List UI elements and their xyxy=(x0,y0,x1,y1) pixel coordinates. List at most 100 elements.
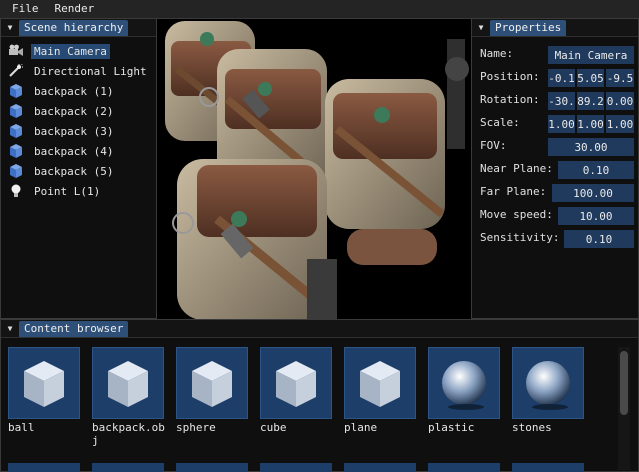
hierarchy-item-backpack-4[interactable]: backpack (4) xyxy=(5,141,156,161)
asset-thumbnail-partial[interactable] xyxy=(344,463,416,472)
scale-row: Scale: xyxy=(480,113,520,131)
asset-thumbnail-partial[interactable] xyxy=(512,463,584,472)
near-plane-field[interactable]: 0.10 xyxy=(558,161,634,179)
hierarchy-item-main-camera[interactable]: Main Camera xyxy=(5,41,156,61)
far-plane-row: Far Plane: xyxy=(480,182,546,200)
rotation-row: Rotation: xyxy=(480,90,540,108)
content-browser-header: ▼ Content browser xyxy=(1,320,638,338)
sphere-thumbnail-icon xyxy=(512,347,584,419)
position-z-field[interactable]: -9.5 xyxy=(606,69,634,87)
move-speed-field[interactable]: 10.00 xyxy=(558,207,634,225)
asset-thumbnail-partial[interactable] xyxy=(176,463,248,472)
camera-icon xyxy=(7,43,25,59)
asset-item[interactable]: ball xyxy=(8,347,82,434)
menu-bar: File Render xyxy=(0,0,639,18)
cube-icon xyxy=(7,83,25,99)
scene-hierarchy-header: ▼ Scene hierarchy xyxy=(1,19,156,37)
hierarchy-tree: Main Camera Directional Light backpack (… xyxy=(1,37,156,201)
properties-header: ▼ Properties xyxy=(472,19,638,37)
hierarchy-item-directional-light[interactable]: Directional Light xyxy=(5,61,156,81)
asset-item[interactable]: plastic xyxy=(428,347,502,434)
sensitivity-label: Sensitivity: xyxy=(480,230,560,244)
asset-item[interactable]: backpack.obj xyxy=(92,347,166,447)
asset-label: plane xyxy=(344,421,378,434)
cube-thumbnail-icon xyxy=(344,347,416,419)
asset-label: stones xyxy=(512,421,552,434)
sphere-thumbnail-icon xyxy=(428,347,500,419)
cube-icon xyxy=(7,163,25,179)
cube-icon xyxy=(7,123,25,139)
scale-z-field[interactable]: 1.00 xyxy=(606,115,634,133)
cube-thumbnail-icon xyxy=(8,347,80,419)
name-row: Name: xyxy=(480,44,513,62)
near-plane-label: Near Plane: xyxy=(480,161,553,175)
cube-icon xyxy=(7,103,25,119)
rotation-y-field[interactable]: 89.2 xyxy=(577,92,604,110)
fov-label: FOV: xyxy=(480,138,507,152)
collapse-triangle-icon[interactable]: ▼ xyxy=(4,323,16,335)
asset-thumbnail-partial[interactable] xyxy=(92,463,164,472)
scene-hierarchy-panel: ▼ Scene hierarchy Main Camera Directiona… xyxy=(0,18,157,319)
hierarchy-item-label: Directional Light xyxy=(34,64,147,78)
cube-thumbnail-icon xyxy=(92,347,164,419)
cube-icon xyxy=(7,143,25,159)
menu-render[interactable]: Render xyxy=(47,0,103,18)
hierarchy-item-backpack-1[interactable]: backpack (1) xyxy=(5,81,156,101)
cube-thumbnail-icon xyxy=(176,347,248,419)
scene-viewport[interactable] xyxy=(157,18,471,319)
directional-light-icon xyxy=(7,63,25,79)
asset-thumbnail-partial[interactable] xyxy=(428,463,500,472)
hierarchy-item-label: Main Camera xyxy=(31,43,110,59)
name-label: Name: xyxy=(480,46,514,60)
asset-item[interactable]: plane xyxy=(344,347,418,434)
scale-label: Scale: xyxy=(480,115,520,129)
asset-item[interactable]: cube xyxy=(260,347,334,434)
position-x-field[interactable]: -0.1 xyxy=(548,69,575,87)
hierarchy-item-label: backpack (1) xyxy=(34,84,114,98)
content-browser-panel: ▼ Content browser ball backpack.obj sphe… xyxy=(0,319,639,472)
move-speed-label: Move speed: xyxy=(480,207,553,221)
hierarchy-item-label: backpack (2) xyxy=(34,104,114,118)
sensitivity-row: Sensitivity: xyxy=(480,228,559,246)
collapse-triangle-icon[interactable]: ▼ xyxy=(475,22,487,34)
asset-item[interactable]: stones xyxy=(512,347,586,434)
rotation-label: Rotation: xyxy=(480,92,540,106)
position-row: Position: xyxy=(480,67,540,85)
viewport-render xyxy=(157,19,471,319)
hierarchy-item-label: Point L(1) xyxy=(34,184,101,198)
asset-thumbnail-partial[interactable] xyxy=(8,463,80,472)
collapse-triangle-icon[interactable]: ▼ xyxy=(4,22,16,34)
rotation-x-field[interactable]: -30. xyxy=(548,92,575,110)
near-plane-row: Near Plane: xyxy=(480,159,553,177)
asset-label: plastic xyxy=(428,421,475,434)
asset-label: cube xyxy=(260,421,287,434)
scale-x-field[interactable]: 1.00 xyxy=(548,115,575,133)
hierarchy-item-backpack-2[interactable]: backpack (2) xyxy=(5,101,156,121)
position-label: Position: xyxy=(480,69,540,83)
tab-scene-hierarchy[interactable]: Scene hierarchy xyxy=(19,19,129,36)
cube-thumbnail-icon xyxy=(260,347,332,419)
name-field[interactable]: Main Camera xyxy=(548,46,634,64)
tab-properties[interactable]: Properties xyxy=(490,19,567,36)
scale-y-field[interactable]: 1.00 xyxy=(577,115,604,133)
hierarchy-item-backpack-3[interactable]: backpack (3) xyxy=(5,121,156,141)
far-plane-label: Far Plane: xyxy=(480,184,547,198)
asset-item[interactable]: sphere xyxy=(176,347,250,434)
menu-file[interactable]: File xyxy=(4,0,47,18)
asset-label: ball xyxy=(8,421,35,434)
content-scrollbar[interactable] xyxy=(618,347,630,470)
content-scroll-thumb[interactable] xyxy=(620,351,628,415)
asset-thumbnail-partial[interactable] xyxy=(260,463,332,472)
rotation-z-field[interactable]: 0.00 xyxy=(606,92,634,110)
fov-field[interactable]: 30.00 xyxy=(548,138,634,156)
point-light-icon xyxy=(7,183,25,199)
asset-label: sphere xyxy=(176,421,216,434)
properties-panel: ▼ Properties Name: Main Camera Position:… xyxy=(471,18,639,319)
sensitivity-field[interactable]: 0.10 xyxy=(564,230,634,248)
far-plane-field[interactable]: 100.00 xyxy=(552,184,634,202)
hierarchy-item-point-light[interactable]: Point L(1) xyxy=(5,181,156,201)
tab-content-browser[interactable]: Content browser xyxy=(19,320,129,337)
position-y-field[interactable]: 5.05 xyxy=(577,69,604,87)
hierarchy-item-label: backpack (5) xyxy=(34,164,114,178)
hierarchy-item-backpack-5[interactable]: backpack (5) xyxy=(5,161,156,181)
